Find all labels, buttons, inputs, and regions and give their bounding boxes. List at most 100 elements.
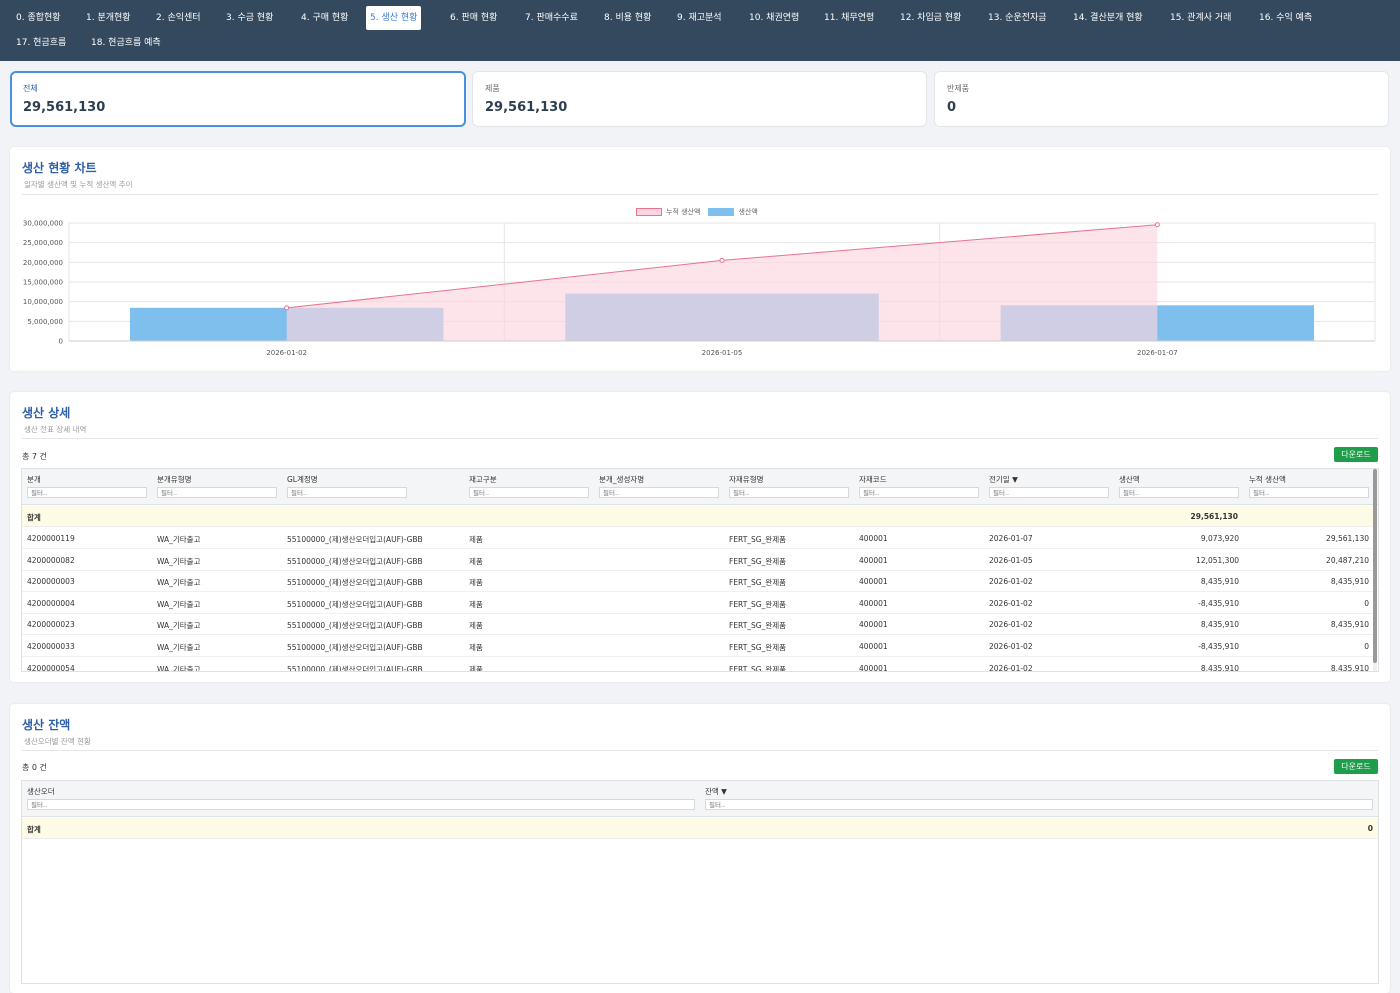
x-tick-label: 2026-01-05 xyxy=(702,349,743,357)
filter-col-1[interactable] xyxy=(157,487,277,498)
record-count: 총 7 건 xyxy=(22,452,47,461)
tab-7[interactable]: 7. 판매수수료 xyxy=(521,6,582,30)
filter-production-order[interactable] xyxy=(27,799,695,810)
tab-2[interactable]: 2. 손익센터 xyxy=(152,6,205,30)
table-cell: 55100000_(제)생산오더입고(AUF)-GBB xyxy=(287,643,423,652)
table-cell: 2026-01-02 xyxy=(989,577,1033,587)
filter-col-9[interactable] xyxy=(1249,487,1369,498)
filter-col-5[interactable] xyxy=(729,487,849,498)
table-cell: 55100000_(제)생산오더입고(AUF)-GBB xyxy=(287,535,423,544)
header-production-order[interactable]: 생산오더 xyxy=(27,786,55,797)
tab-6[interactable]: 6. 판매 현황 xyxy=(446,6,501,30)
filter-col-6[interactable] xyxy=(859,487,979,498)
total-value: 0 xyxy=(1367,824,1373,833)
table-cell: WA_기타출고 xyxy=(157,578,201,588)
table-cell: 8,435,910 xyxy=(1330,577,1369,587)
table-cell: 제품 xyxy=(469,664,483,672)
table-row[interactable]: 4200000119 WA_기타출고 55100000_(제)생산오더입고(AUF)… xyxy=(22,528,1378,549)
download-button[interactable]: 다운로드 xyxy=(1334,447,1378,462)
summary-value: 0 xyxy=(947,100,957,115)
filter-col-2[interactable] xyxy=(287,487,407,498)
tab-0[interactable]: 0. 종합현황 xyxy=(12,6,65,30)
top-nav: 0. 종합현황 1. 분개현황 2. 손익센터 3. 수금 현황 4. 구매 현황 5. … xyxy=(0,0,1400,61)
filter-balance[interactable] xyxy=(705,799,1373,810)
tab-11[interactable]: 11. 채무연령 xyxy=(820,6,878,30)
header-col-3[interactable]: 재고구분 xyxy=(469,474,497,485)
table-cell: 8,435,910 xyxy=(1330,620,1369,630)
summary-label: 제품 xyxy=(485,84,500,93)
table-row[interactable]: 4200000033 WA_기타출고 55100000_(제)생산오더입고(AUF)… xyxy=(22,636,1378,657)
filter-col-7[interactable] xyxy=(989,487,1109,498)
tab-18[interactable]: 18. 현금흐름 예측 xyxy=(87,31,165,55)
x-tick-label: 2026-01-07 xyxy=(1137,349,1178,357)
detail-table: 분개 분개유형명 GL계정명 재고구분 분개_생성자명 자재유형명 자재코드 전기일 ▼ 생산액… xyxy=(21,468,1379,672)
table-row[interactable]: 4200000054 WA_기타출고 55100000_(제)생산오더입고(AUF)… xyxy=(22,657,1378,672)
table-cell: 12,051,300 xyxy=(1196,555,1239,565)
header-col-6[interactable]: 자재코드 xyxy=(859,474,887,485)
table-row[interactable]: 4200000004 WA_기타출고 55100000_(제)생산오더입고(AUF)… xyxy=(22,592,1378,614)
filter-col-0[interactable] xyxy=(27,487,147,498)
tab-8[interactable]: 8. 비용 현황 xyxy=(600,6,655,30)
table-cell: 제품 xyxy=(469,578,483,588)
table-cell: 2026-01-07 xyxy=(989,534,1033,543)
header-col-8[interactable]: 생산액 xyxy=(1119,474,1140,485)
tab-4[interactable]: 4. 구매 현황 xyxy=(297,6,352,30)
tab-9[interactable]: 9. 재고분석 xyxy=(673,6,726,30)
table-cell: 8,435,910 xyxy=(1330,663,1369,672)
filter-col-3[interactable] xyxy=(469,487,589,498)
filter-col-8[interactable] xyxy=(1119,487,1239,498)
production-chart[interactable]: 30,000,000 25,000,000 20,000,000 15,000,000… xyxy=(10,147,1390,371)
table-cell: WA_기타출고 xyxy=(157,621,201,631)
table-cell: 55100000_(제)생산오더입고(AUF)-GBB xyxy=(287,621,423,631)
summary-card-total[interactable]: 전체 29,561,130 xyxy=(10,71,466,127)
table-cell: 9,073,920 xyxy=(1200,534,1239,543)
tab-5[interactable]: 5. 생산 현황 xyxy=(366,6,422,30)
table-row[interactable]: 4200000003 WA_기타출고 55100000_(제)생산오더입고(AUF)… xyxy=(22,571,1378,593)
summary-label: 전체 xyxy=(23,84,38,93)
summary-card-semi-product[interactable]: 반제품 0 xyxy=(934,71,1389,127)
summary-card-product[interactable]: 제품 29,561,130 xyxy=(472,71,927,127)
header-col-9[interactable]: 누적 생산액 xyxy=(1249,474,1286,485)
tab-15[interactable]: 15. 관계사 거래 xyxy=(1166,6,1235,30)
tab-16[interactable]: 16. 수익 예측 xyxy=(1255,6,1316,30)
table-cell: 4200000054 xyxy=(27,663,75,672)
table-cell: 400001 xyxy=(859,534,888,543)
tab-14[interactable]: 14. 결산분개 현황 xyxy=(1069,6,1147,30)
y-tick-label: 10,000,000 xyxy=(23,298,63,306)
header-col-5[interactable]: 자재유형명 xyxy=(729,474,764,485)
panel-subtitle: 생산오더별 잔액 현황 xyxy=(24,737,91,746)
header-col-7[interactable]: 전기일 ▼ xyxy=(989,474,1018,485)
table-row[interactable]: 4200000082 WA_기타출고 55100000_(제)생산오더입고(AUF)… xyxy=(22,549,1378,571)
table-cell: 55100000_(제)생산오더입고(AUF)-GBB xyxy=(287,599,423,609)
table-cell: 4200000082 xyxy=(27,555,75,565)
total-row: 합계 29,561,130 xyxy=(22,506,1378,527)
scrollbar-thumb[interactable] xyxy=(1373,469,1377,663)
y-tick-label: 30,000,000 xyxy=(23,220,63,228)
divider xyxy=(22,750,1378,751)
tab-12[interactable]: 12. 차입금 현황 xyxy=(896,6,965,30)
table-cell: 400001 xyxy=(859,555,888,565)
total-row: 합계 0 xyxy=(22,818,1378,839)
table-cell: 8,435,910 xyxy=(1200,663,1239,672)
tab-3[interactable]: 3. 수금 현황 xyxy=(222,6,277,30)
table-cell: 400001 xyxy=(859,577,888,587)
tab-1[interactable]: 1. 분개현황 xyxy=(82,6,135,30)
tab-10[interactable]: 10. 채권연령 xyxy=(745,6,803,30)
table-cell: -8,435,910 xyxy=(1198,642,1239,651)
table-cell: 4200000003 xyxy=(27,577,75,587)
total-value: 29,561,130 xyxy=(1190,512,1238,521)
download-button[interactable]: 다운로드 xyxy=(1334,759,1378,774)
panel-title: 생산 잔액 xyxy=(22,718,71,732)
table-cell: 제품 xyxy=(469,556,483,566)
tab-13[interactable]: 13. 순운전자금 xyxy=(984,6,1051,30)
header-col-0[interactable]: 분개 xyxy=(27,474,41,485)
filter-col-4[interactable] xyxy=(599,487,719,498)
tab-17[interactable]: 17. 현금흐름 xyxy=(12,31,70,55)
table-row[interactable]: 4200000023 WA_기타출고 55100000_(제)생산오더입고(AUF)… xyxy=(22,614,1378,636)
table-cell: 2026-01-02 xyxy=(989,598,1033,608)
header-col-1[interactable]: 분개유형명 xyxy=(157,474,192,485)
header-col-4[interactable]: 분개_생성자명 xyxy=(599,474,644,485)
table-cell: 제품 xyxy=(469,535,483,544)
header-balance[interactable]: 잔액 ▼ xyxy=(705,786,727,797)
header-col-2[interactable]: GL계정명 xyxy=(287,474,318,485)
